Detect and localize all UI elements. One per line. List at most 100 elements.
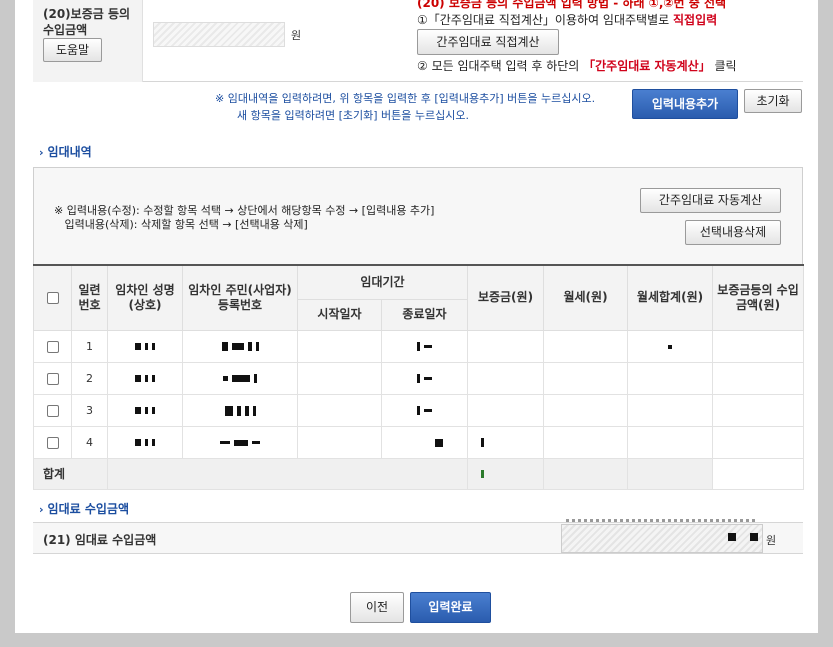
row-checkbox-cell xyxy=(33,329,72,363)
method-1-red: 직접입력 xyxy=(672,13,718,27)
row-checkbox[interactable] xyxy=(46,372,59,385)
masked-deposit xyxy=(467,425,545,459)
header-id: 임차인 주민(사업자) 등록번호 xyxy=(182,264,298,331)
row-checkbox[interactable] xyxy=(46,436,59,449)
income-section-title: › 임대료 수입금액 xyxy=(39,500,129,517)
masked-name xyxy=(107,425,183,459)
header-start: 시작일자 xyxy=(297,298,382,331)
total-monthly-sum xyxy=(627,457,714,490)
select-all-header xyxy=(33,264,72,331)
rental-info-text: ※ 입력내용(수정): 수정할 항목 석택 → 상단에서 해당항목 수정 → [… xyxy=(54,204,434,232)
notice-line1: ※ 임대내역을 입력하려면, 위 항목을 입력한 후 [입력내용추가] 버튼을 … xyxy=(215,92,596,105)
deposit-income-cell xyxy=(712,393,805,427)
table-row[interactable]: 4 xyxy=(33,425,805,459)
total-monthly xyxy=(543,457,629,490)
monthly-total-cell xyxy=(627,361,714,395)
masked-name xyxy=(107,393,183,427)
main-panel: (20)보증금 등의 수입금액 도움말 원 (20) 보증금 등의 수입금액 입… xyxy=(15,0,818,633)
monthly-total-cell xyxy=(627,393,714,427)
method-2-red: 「간주임대료 자동계산」 xyxy=(583,59,711,73)
masked-name xyxy=(107,361,183,395)
income-unit: 원 xyxy=(766,534,777,547)
total-label: 합계 xyxy=(33,457,108,490)
income-input[interactable] xyxy=(561,519,763,553)
complete-button[interactable]: 입력완료 xyxy=(410,592,491,623)
masked-end-date xyxy=(380,329,469,363)
header-period: 임대기간 xyxy=(296,264,469,300)
header-deposit: 보증금(원) xyxy=(467,264,545,331)
total-blank xyxy=(106,457,469,490)
header-name: 임차인 성명(상호) xyxy=(107,264,183,331)
header-monthly: 월세(원) xyxy=(543,264,629,331)
total-deposit-income xyxy=(712,457,805,490)
header-serial: 일련 번호 xyxy=(71,264,108,331)
rental-section-title: › 임대내역 xyxy=(39,143,92,160)
notice-text: ※ 임대내역을 입력하려면, 위 항목을 입력한 후 [입력내용추가] 버튼을 … xyxy=(215,90,595,124)
masked-id xyxy=(182,425,298,459)
start-date-cell xyxy=(297,329,382,363)
monthly-cell xyxy=(543,393,629,427)
deposit-unit: 원 xyxy=(291,29,302,42)
table-row[interactable]: 1 xyxy=(33,329,805,363)
income-row: (21) 임대료 수입금액 원 xyxy=(33,519,803,554)
masked-income-value xyxy=(728,533,736,541)
info-line-1: ※ 입력내용(수정): 수정할 항목 석택 → 상단에서 해당항목 수정 → [… xyxy=(54,204,435,217)
deposit-income-cell xyxy=(712,361,805,395)
row-number: 1 xyxy=(71,329,108,363)
masked-id xyxy=(182,329,298,363)
method-1-pre: ①「간주임대료 직접계산」이용하여 임대주택별로 xyxy=(417,13,670,27)
row-number: 2 xyxy=(71,361,108,395)
deposit-cell xyxy=(467,393,545,427)
help-button[interactable]: 도움말 xyxy=(43,38,102,62)
masked-income-value-2 xyxy=(750,533,758,541)
method-2-pre: ② 모든 임대주택 입력 후 하단의 xyxy=(417,59,580,73)
row-checkbox-cell xyxy=(33,425,72,459)
deposit-cell xyxy=(467,329,545,363)
masked-id xyxy=(182,393,298,427)
monthly-cell xyxy=(543,425,629,459)
notice-line2: 새 항목을 입력하려면 [초기화] 버튼을 누르십시오. xyxy=(237,109,469,122)
table-row[interactable]: 2 xyxy=(33,361,805,395)
masked-name xyxy=(107,329,183,363)
select-all-checkbox[interactable] xyxy=(46,291,59,304)
add-entry-button[interactable]: 입력내용추가 xyxy=(632,89,738,119)
row-number: 3 xyxy=(71,393,108,427)
deposit-income-cell xyxy=(712,329,805,363)
income-section-label: 임대료 수입금액 xyxy=(47,502,130,516)
income-label: (21) 임대료 수입금액 xyxy=(43,533,157,547)
start-date-cell xyxy=(297,361,382,395)
header-end: 종료일자 xyxy=(380,298,469,331)
delete-selected-button[interactable]: 선택내용삭제 xyxy=(685,220,781,245)
table-row[interactable]: 3 xyxy=(33,393,805,427)
masked-monthly-total xyxy=(627,329,714,363)
row-number: 4 xyxy=(71,425,108,459)
prev-button[interactable]: 이전 xyxy=(350,592,404,623)
reset-button[interactable]: 초기화 xyxy=(744,89,802,113)
method-1-text: ①「간주임대료 직접계산」이용하여 임대주택별로 직접입력 xyxy=(417,11,717,28)
masked-end-date xyxy=(380,361,469,395)
masked-end-date xyxy=(380,425,469,459)
direct-calc-button[interactable]: 간주임대료 직접계산 xyxy=(417,29,559,55)
deposit-income-cell xyxy=(712,425,805,459)
deposit-label-cell: (20)보증금 등의 수입금액 도움말 xyxy=(33,0,143,82)
chevron-right-icon: › xyxy=(39,503,44,516)
deposit-input[interactable] xyxy=(153,22,285,47)
chevron-right-icon: › xyxy=(39,146,44,159)
header-monthly-total: 월세합계(원) xyxy=(627,264,714,331)
monthly-cell xyxy=(543,329,629,363)
method-2-text: ② 모든 임대주택 입력 후 하단의 「간주임대료 자동계산」 클릭 xyxy=(417,57,737,74)
row-checkbox[interactable] xyxy=(46,340,59,353)
monthly-cell xyxy=(543,361,629,395)
auto-calc-button[interactable]: 간주임대료 자동계산 xyxy=(640,188,781,213)
info-line-2: 입력내용(삭제): 삭제할 항목 선택 → [선택내용 삭제] xyxy=(54,218,308,231)
start-date-cell xyxy=(297,393,382,427)
method-2-post: 클릭 xyxy=(714,59,737,73)
row-checkbox-cell xyxy=(33,393,72,427)
method-header: (20) 보증금 등의 수입금액 입력 방법 - 하래 ①,②번 중 선택 xyxy=(417,0,727,10)
rental-info-box: ※ 입력내용(수정): 수정할 항목 석택 → 상단에서 해당항목 수정 → [… xyxy=(33,167,803,264)
rental-section-label: 임대내역 xyxy=(47,145,92,159)
deposit-cell xyxy=(467,361,545,395)
masked-id xyxy=(182,361,298,395)
masked-total-deposit xyxy=(467,457,545,490)
row-checkbox[interactable] xyxy=(46,404,59,417)
